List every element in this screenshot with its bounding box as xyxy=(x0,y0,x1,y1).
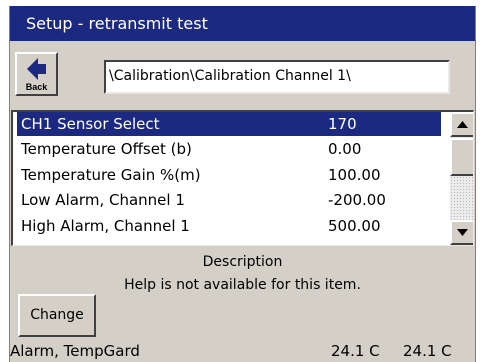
list-item-value: 500.00 xyxy=(328,217,381,235)
scroll-down-button[interactable] xyxy=(450,220,473,245)
list-item[interactable]: Temperature Offset (b) 0.00 xyxy=(17,137,441,161)
status-temp-2: 24.1 C xyxy=(403,342,452,360)
app-window: Setup - retransmit test Back \Calibratio… xyxy=(9,6,476,362)
change-button[interactable]: Change xyxy=(18,294,96,337)
window-title: Setup - retransmit test xyxy=(10,6,475,41)
list-item-name: Low Alarm, Channel 1 xyxy=(21,191,185,209)
status-alarm: Alarm, TempGard xyxy=(10,342,140,360)
status-temp-1: 24.1 C xyxy=(331,342,380,360)
list-item-value: 0.00 xyxy=(328,140,362,158)
triangle-down-icon xyxy=(457,229,468,236)
description-heading: Description xyxy=(202,254,283,270)
vertical-scrollbar[interactable] xyxy=(450,112,473,245)
scroll-thumb[interactable] xyxy=(450,138,473,176)
parameter-list[interactable]: CH1 Sensor Select 170 Temperature Offset… xyxy=(11,110,474,246)
status-bar: Alarm, TempGard 24.1 C 24.1 C xyxy=(10,341,475,362)
list-item-name: Temperature Gain %(m) xyxy=(21,166,201,184)
scroll-up-button[interactable] xyxy=(450,112,473,137)
path-field: \Calibration\Calibration Channel 1\ xyxy=(104,60,450,94)
list-item-name: Temperature Offset (b) xyxy=(21,140,192,158)
list-item[interactable]: High Alarm, Channel 1 500.00 xyxy=(17,214,441,238)
back-button[interactable]: Back xyxy=(15,52,58,96)
list-item-value: 170 xyxy=(328,115,357,133)
list-item-name: High Alarm, Channel 1 xyxy=(21,217,190,235)
back-label: Back xyxy=(25,82,48,92)
list-item-value: -200.00 xyxy=(328,191,386,209)
list-item[interactable]: Temperature Gain %(m) 100.00 xyxy=(17,163,441,187)
description-text: Help is not available for this item. xyxy=(124,277,361,293)
scroll-track[interactable] xyxy=(450,176,473,220)
list-item-value: 100.00 xyxy=(328,166,381,184)
list-item-name: CH1 Sensor Select xyxy=(21,115,160,133)
toolbar: Back \Calibration\Calibration Channel 1\ xyxy=(10,41,475,103)
triangle-up-icon xyxy=(457,121,468,128)
list-item[interactable]: Low Alarm, Channel 1 -200.00 xyxy=(17,188,441,212)
list-item[interactable]: CH1 Sensor Select 170 xyxy=(17,112,441,136)
left-arrow-icon xyxy=(27,58,46,80)
